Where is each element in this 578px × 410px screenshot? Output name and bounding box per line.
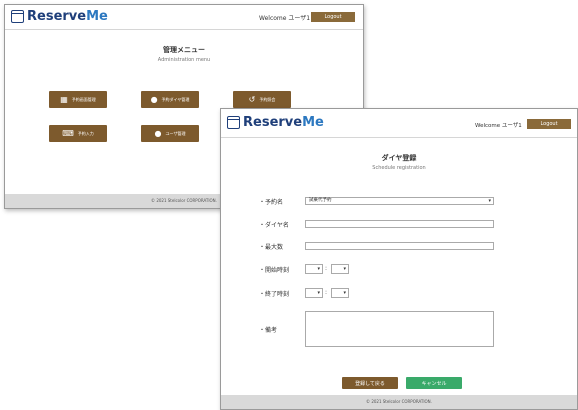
start-minute-select[interactable]: ▾: [331, 264, 349, 274]
logo-text: Reserve: [243, 115, 303, 130]
page-subtitle: Administration menu: [157, 57, 211, 63]
reservation-name-select[interactable]: 試乗代予約 ▾: [305, 197, 494, 205]
menu-button-inquiry[interactable]: ↺ 予約照会: [233, 91, 291, 108]
menu-button-label: 予約照会: [259, 96, 276, 102]
history-icon: ↺: [248, 94, 256, 104]
menu-button-dia-management[interactable]: ● 予約ダイヤ管理: [141, 91, 199, 108]
cancel-button[interactable]: キャンセル: [406, 377, 462, 389]
menu-button-user-management[interactable]: ● ユーザ管理: [141, 125, 199, 142]
dia-name-input[interactable]: [305, 220, 494, 228]
logout-button[interactable]: Logout: [311, 12, 355, 22]
calendar-icon: [227, 116, 240, 129]
welcome-text: Welcome ユーザ1: [259, 15, 311, 22]
max-count-input[interactable]: [305, 242, 494, 250]
header-bar: Reserve Me Welcome ユーザ1 Logout: [5, 5, 363, 30]
start-time-label: ・開始時刻: [259, 267, 290, 274]
calendar-icon: [11, 10, 24, 23]
chevron-down-icon: ▾: [317, 266, 320, 272]
reservation-name-label: ・予約名: [259, 199, 284, 206]
chevron-down-icon: ▾: [343, 290, 346, 296]
logo-text: Reserve: [27, 9, 87, 24]
welcome-text: Welcome ユーザ1: [475, 123, 522, 129]
chevron-down-icon: ▾: [317, 290, 320, 296]
menu-button-reservation-screen[interactable]: ▦ 予約画面管理: [49, 91, 107, 108]
start-hour-select[interactable]: ▾: [305, 264, 323, 274]
reservation-name-value: 試乗代予約: [309, 198, 332, 203]
chevron-down-icon: ▾: [488, 198, 491, 204]
register-button[interactable]: 登録して戻る: [342, 377, 398, 389]
logout-button[interactable]: Logout: [527, 119, 571, 129]
page-subtitle: Schedule registration: [372, 165, 426, 171]
remarks-textarea[interactable]: [305, 311, 494, 347]
end-minute-select[interactable]: ▾: [331, 288, 349, 298]
logo[interactable]: Reserve Me: [227, 115, 324, 130]
time-separator: :: [325, 265, 328, 272]
end-hour-select[interactable]: ▾: [305, 288, 323, 298]
logo-text-accent: Me: [86, 9, 108, 24]
clock-icon: ●: [150, 94, 158, 104]
remarks-label: ・備考: [259, 327, 278, 334]
user-icon: ●: [154, 128, 162, 138]
menu-button-reservation-input[interactable]: ⌨ 予約入力: [49, 125, 107, 142]
page-title: 管理メニュー: [163, 46, 205, 54]
end-time-label: ・終了時刻: [259, 291, 290, 298]
menu-button-label: ユーザ管理: [165, 130, 186, 136]
dia-name-label: ・ダイヤ名: [259, 222, 289, 229]
schedule-registration-window: Reserve Me Welcome ユーザ1 Logout ダイヤ登録 Sche…: [220, 108, 578, 410]
menu-button-label: 予約画面管理: [71, 96, 96, 102]
menu-button-label: 予約ダイヤ管理: [161, 96, 190, 102]
chevron-down-icon: ▾: [343, 266, 346, 272]
menu-button-label: 予約入力: [77, 130, 94, 136]
keyboard-icon: ⌨: [62, 128, 74, 138]
max-count-label: ・最大数: [259, 244, 284, 251]
logo[interactable]: Reserve Me: [11, 9, 108, 24]
header-bar: Reserve Me Welcome ユーザ1 Logout: [221, 109, 577, 138]
logo-text-accent: Me: [302, 115, 324, 130]
footer: © 2021 Stelcolor CORPORATION.: [221, 395, 577, 409]
list-icon: ▦: [60, 94, 68, 104]
time-separator: :: [325, 289, 328, 296]
page-title: ダイヤ登録: [381, 154, 417, 162]
